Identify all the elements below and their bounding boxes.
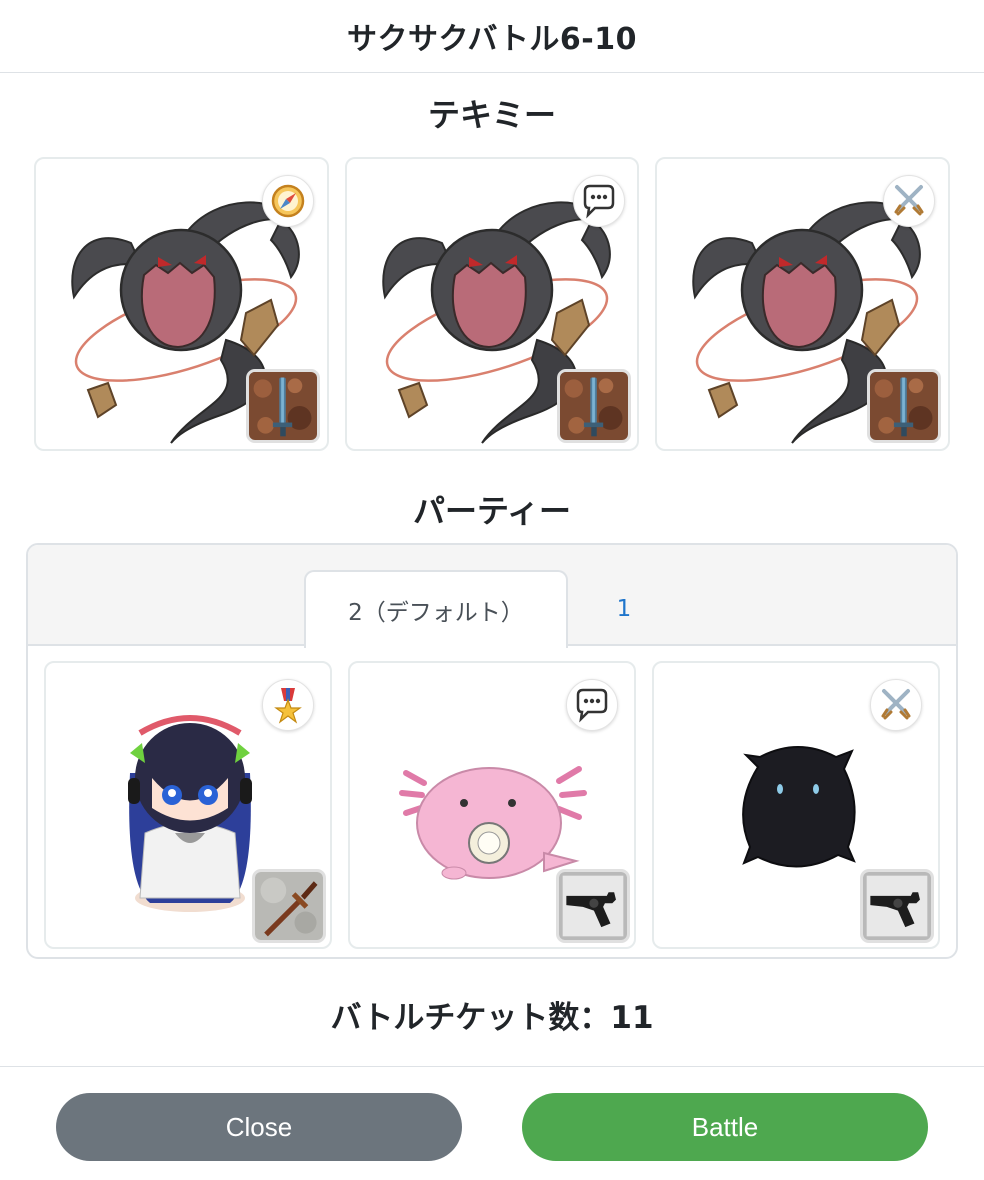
ornate-sword-icon <box>252 869 326 943</box>
battle-button[interactable]: Battle <box>522 1093 928 1161</box>
party-tab-panel: 2（デフォルト） 1 <box>26 543 958 959</box>
medal-icon <box>262 679 314 731</box>
sword-icon <box>867 369 941 443</box>
battle-ticket-count: バトルチケット数：11 <box>330 1000 654 1036</box>
tab-party-1[interactable]: 1 <box>584 570 664 648</box>
modal-header: サクサクバトル6-10 <box>0 0 984 73</box>
speech-bubble-icon <box>573 175 625 227</box>
revolver-icon <box>556 869 630 943</box>
crossed-swords-icon <box>883 175 935 227</box>
modal-title: サクサクバトル6-10 <box>347 22 637 57</box>
party-card-3[interactable] <box>652 661 940 949</box>
enemy-section-title: テキミー <box>427 96 556 134</box>
close-button[interactable]: Close <box>56 1093 462 1161</box>
modal-footer: Close Battle <box>0 1066 984 1180</box>
revolver-icon <box>860 869 934 943</box>
compass-icon <box>262 175 314 227</box>
enemy-card-1[interactable] <box>34 157 329 451</box>
enemy-card-2[interactable] <box>345 157 639 451</box>
party-card-2[interactable] <box>348 661 636 949</box>
crossed-swords-icon <box>870 679 922 731</box>
speech-bubble-icon <box>566 679 618 731</box>
party-tab-bar: 2（デフォルト） 1 <box>28 545 956 648</box>
party-section-title: パーティー <box>412 492 572 530</box>
party-card-1[interactable] <box>44 661 332 949</box>
sword-icon <box>557 369 631 443</box>
enemy-card-3[interactable] <box>655 157 950 451</box>
black-slime-image <box>742 746 856 868</box>
sword-icon <box>246 369 320 443</box>
tab-party-2-default[interactable]: 2（デフォルト） <box>304 570 568 648</box>
